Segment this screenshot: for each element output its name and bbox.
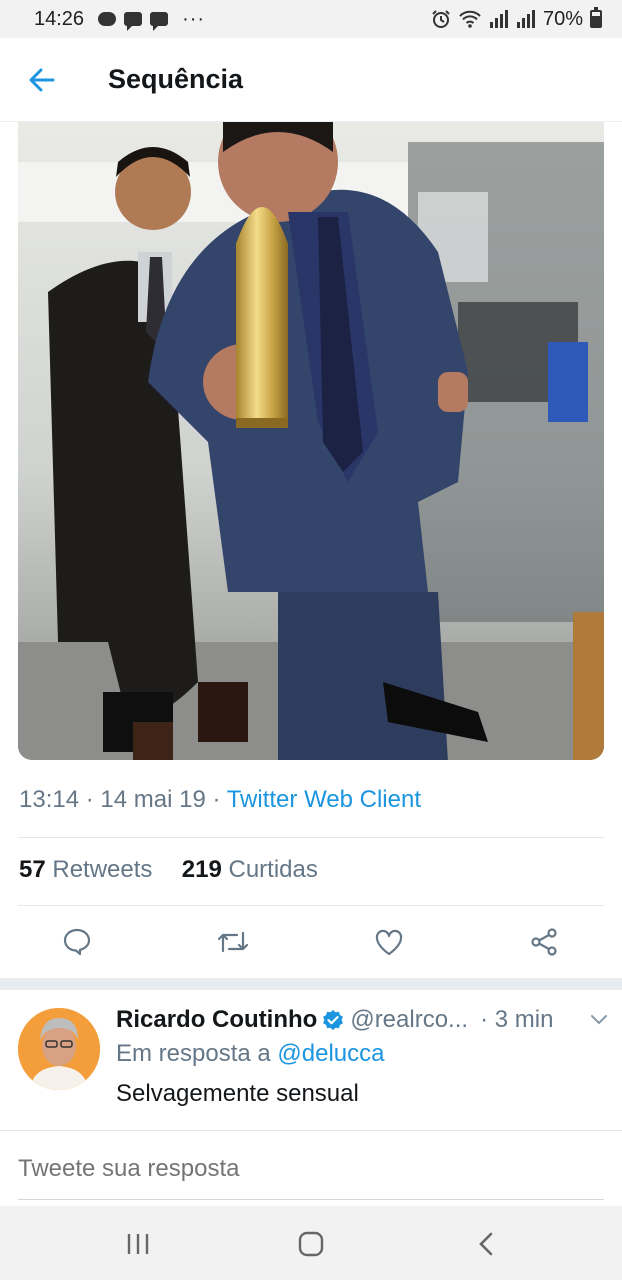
app-header: Sequência	[0, 38, 622, 122]
retweets-count: 57	[19, 856, 46, 883]
more-notifications-icon: ···	[182, 7, 206, 30]
tweet-client-link[interactable]: Twitter Web Client	[227, 786, 421, 813]
tweet-time: 13:14	[19, 786, 80, 813]
compose-underline	[18, 1199, 604, 1200]
share-icon	[531, 928, 557, 956]
section-separator	[0, 978, 622, 990]
chat-bubble-icon	[98, 12, 117, 26]
comment-icon	[63, 928, 91, 956]
verified-badge-icon	[322, 1009, 344, 1031]
battery-icon	[590, 7, 602, 28]
home-button[interactable]	[291, 1224, 331, 1264]
likes-stat[interactable]: 219 Curtidas	[182, 856, 318, 883]
reply-time: · 3 min	[480, 1006, 554, 1033]
likes-label: Curtidas	[228, 856, 318, 883]
tweet-actions	[18, 920, 604, 964]
back-button[interactable]	[0, 38, 84, 122]
avatar-image	[18, 1008, 100, 1090]
reply-button[interactable]	[55, 920, 99, 964]
reply-author-name[interactable]: Ricardo Coutinho	[116, 1006, 317, 1034]
page-title: Sequência	[108, 64, 244, 94]
back-nav-button[interactable]	[466, 1224, 506, 1264]
tweet-date: 14 mai 19	[100, 786, 206, 813]
reply-to-mention[interactable]: @delucca	[277, 1040, 384, 1067]
signal-icon	[489, 10, 508, 28]
tweet-stats: 57 Retweets 219 Curtidas	[19, 856, 318, 884]
retweets-label: Retweets	[52, 856, 153, 883]
home-icon	[298, 1231, 324, 1257]
share-button[interactable]	[522, 920, 566, 964]
reply-to-label: Em resposta a	[116, 1040, 271, 1067]
heart-icon	[375, 929, 403, 956]
tweet-photo[interactable]	[18, 122, 604, 760]
avatar[interactable]	[18, 1008, 100, 1090]
status-time: 14:26	[34, 7, 85, 30]
tweet-photo-image	[18, 122, 604, 760]
divider	[18, 837, 604, 838]
tweet-meta: 13:14 · 14 mai 19 · Twitter Web Client	[19, 786, 421, 814]
reply-text: Selvagemente sensual	[116, 1080, 359, 1107]
meta-separator: ·	[85, 786, 94, 813]
reply-to-line: Em resposta a @delucca	[116, 1040, 385, 1068]
recent-apps-button[interactable]	[118, 1224, 158, 1264]
retweet-button[interactable]	[211, 920, 255, 964]
chevron-down-icon[interactable]	[590, 1014, 608, 1026]
alarm-icon	[432, 10, 450, 28]
arrow-left-icon	[29, 68, 55, 91]
reply-input[interactable]	[18, 1155, 604, 1183]
reply-author-handle[interactable]: @realrco...	[350, 1006, 468, 1034]
signal-icon-2	[516, 10, 535, 28]
android-nav-bar	[0, 1206, 622, 1280]
recent-apps-icon	[127, 1234, 149, 1254]
reply-header: Ricardo Coutinho @realrco... · 3 min	[116, 1004, 612, 1036]
likes-count: 219	[181, 856, 222, 883]
like-button[interactable]	[367, 920, 411, 964]
wifi-icon	[459, 10, 481, 28]
compose-bar	[0, 1130, 622, 1206]
retweet-icon	[217, 931, 249, 953]
message-icon	[124, 12, 143, 31]
chevron-left-icon	[479, 1232, 493, 1256]
meta-separator-2: ·	[212, 786, 221, 813]
divider-2	[18, 905, 604, 906]
status-bar: 14:26 ··· 70%	[0, 0, 622, 38]
retweets-stat[interactable]: 57 Retweets	[19, 856, 152, 883]
message-icon-2	[150, 12, 169, 31]
battery-percent: 70%	[542, 7, 583, 30]
